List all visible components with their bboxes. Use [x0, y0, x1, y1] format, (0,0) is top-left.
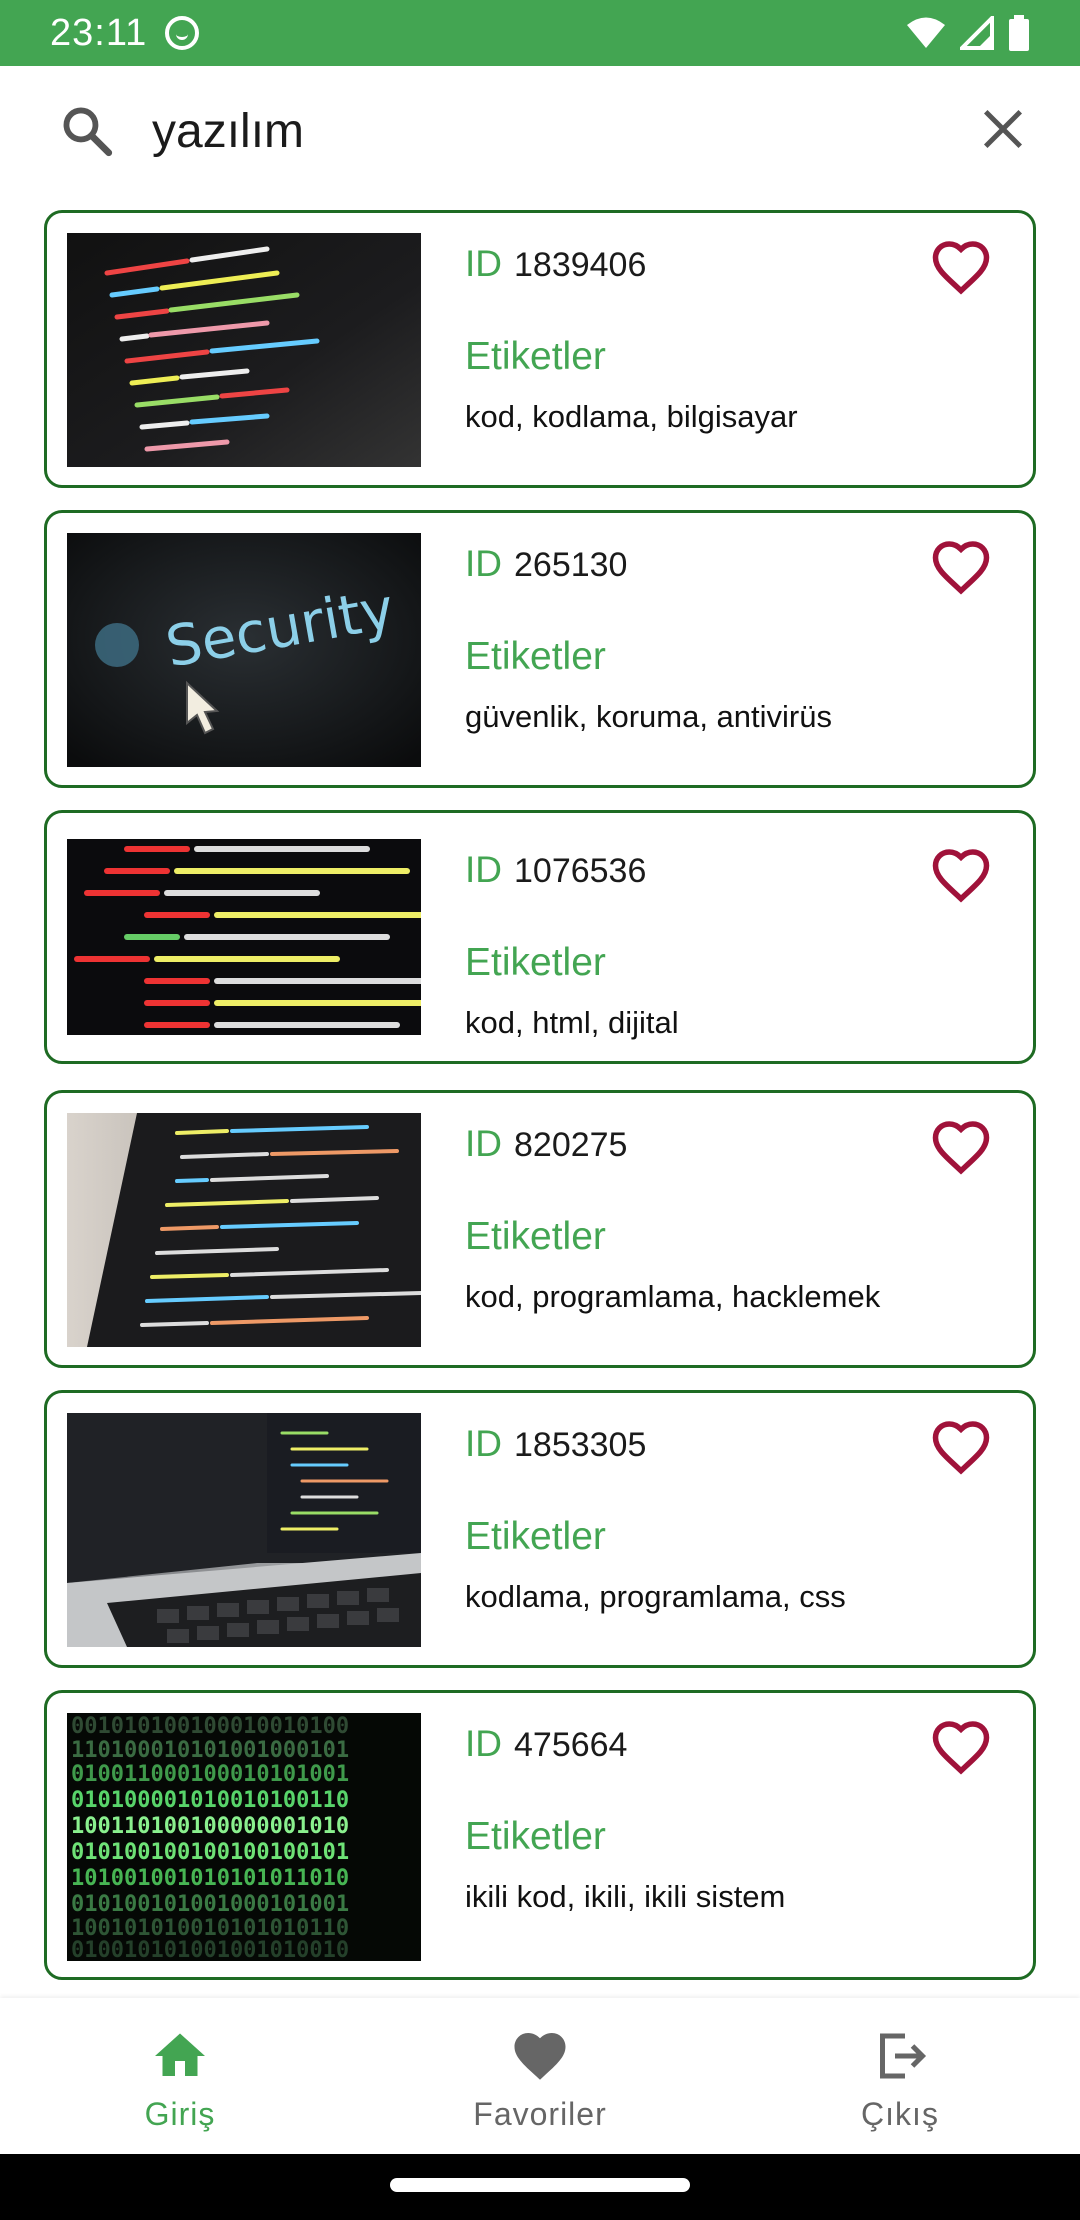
tags-title: Etiketler: [465, 941, 606, 984]
home-gesture-handle[interactable]: [390, 2178, 690, 2192]
tags-text: kodlama, programlama, css: [465, 1579, 846, 1614]
nav-item-logout[interactable]: Çıkış: [720, 1998, 1080, 2154]
id-value: 820275: [514, 1126, 628, 1164]
nav-item-favorites[interactable]: Favoriler: [360, 1998, 720, 2154]
id-label: ID: [465, 1123, 502, 1164]
id-value: 475664: [514, 1726, 628, 1764]
heart-outline-icon[interactable]: [931, 847, 991, 903]
svg-text:010100100100100100101: 010100100100100100101: [71, 1840, 349, 1865]
search-bar: [0, 66, 1080, 196]
tags-text: kod, html, dijital: [465, 1005, 679, 1040]
home-icon: [155, 2033, 205, 2076]
svg-text:010100101001000101001: 010100101001000101001: [71, 1892, 349, 1917]
status-time: 23:11: [50, 11, 148, 54]
result-id: ID 820275: [465, 1123, 627, 1165]
heart-outline-icon[interactable]: [931, 1119, 991, 1175]
heart-outline-icon[interactable]: [931, 1719, 991, 1775]
wifi-icon: [907, 17, 945, 48]
nav-item-home[interactable]: Giriş: [0, 1998, 360, 2154]
tags-title: Etiketler: [465, 335, 606, 378]
tags-title: Etiketler: [465, 1215, 606, 1258]
status-bar: 23:11: [0, 0, 1080, 66]
tags-title: Etiketler: [465, 1815, 606, 1858]
tags-title: Etiketler: [465, 635, 606, 678]
result-id: ID 475664: [465, 1723, 627, 1765]
result-id: ID 265130: [465, 543, 627, 585]
tags-text: güvenlik, koruma, antivirüs: [465, 699, 832, 734]
nav-label: Çıkış: [861, 2096, 939, 2132]
search-input[interactable]: [152, 96, 932, 166]
id-label: ID: [465, 1423, 502, 1464]
signal-icon: [960, 16, 994, 50]
svg-text:100110100100000001010: 100110100100000001010: [71, 1814, 349, 1839]
result-image: 001010100100010010100 110100010101001000…: [67, 1713, 421, 1961]
heart-outline-icon[interactable]: [931, 539, 991, 595]
heart-outline-icon[interactable]: [931, 1419, 991, 1475]
android-notification-icon: [165, 16, 200, 50]
result-card[interactable]: ID 1853305 Etiketler kodlama, programlama…: [44, 1390, 1036, 1668]
bottom-navigation: Giriş Favoriler Çıkış: [0, 1998, 1080, 2154]
result-card[interactable]: ID 1076536 Etiketler kod, html, dijital: [44, 810, 1036, 1064]
result-card[interactable]: ID 1839406 Etiketler kod, kodlama, bilgis…: [44, 210, 1036, 488]
svg-text:010011000100010101001: 010011000100010101001: [71, 1762, 349, 1787]
id-value: 265130: [514, 546, 628, 584]
tags-text: ikili kod, ikili, ikili sistem: [465, 1879, 786, 1914]
nav-label: Favoriler: [473, 2096, 607, 2132]
battery-icon: [1009, 15, 1029, 51]
result-image: [67, 233, 421, 467]
result-card[interactable]: ID 820275 Etiketler kod, programlama, hac…: [44, 1090, 1036, 1368]
svg-text:010100001010010100110: 010100001010010100110: [71, 1788, 349, 1813]
svg-text:110100010101001000101: 110100010101001000101: [71, 1738, 349, 1763]
tags-title: Etiketler: [465, 1515, 606, 1558]
nav-label: Giriş: [144, 2096, 216, 2132]
id-value: 1076536: [514, 852, 647, 890]
system-navigation-bar: [0, 2154, 1080, 2220]
svg-text:001010100100010010100: 001010100100010010100: [71, 1714, 349, 1739]
result-card[interactable]: Security ID 265130 Etiketler güvenlik, ko…: [44, 510, 1036, 788]
id-label: ID: [465, 243, 502, 284]
heart-outline-icon[interactable]: [931, 239, 991, 295]
id-value: 1839406: [514, 246, 647, 284]
close-icon[interactable]: [980, 106, 1026, 152]
result-image: [67, 839, 421, 1035]
tags-text: kod, programlama, hacklemek: [465, 1279, 881, 1314]
id-label: ID: [465, 849, 502, 890]
search-icon[interactable]: [58, 102, 116, 160]
result-list[interactable]: ID 1839406 Etiketler kod, kodlama, bilgis…: [0, 196, 1080, 1998]
result-id: ID 1853305: [465, 1423, 646, 1465]
result-image: [67, 1413, 421, 1647]
result-card[interactable]: 001010100100010010100 110100010101001000…: [44, 1690, 1036, 1980]
id-label: ID: [465, 543, 502, 584]
svg-text:010010101001001010010: 010010101001001010010: [71, 1938, 349, 1961]
result-id: ID 1076536: [465, 849, 646, 891]
heart-filled-icon: [514, 2033, 566, 2080]
id-label: ID: [465, 1723, 502, 1764]
result-id: ID 1839406: [465, 243, 646, 285]
id-value: 1853305: [514, 1426, 647, 1464]
result-image: [67, 1113, 421, 1347]
svg-text:101001001010101011010: 101001001010101011010: [71, 1866, 349, 1891]
logout-icon: [880, 2033, 927, 2079]
result-image: Security: [67, 533, 421, 767]
tags-text: kod, kodlama, bilgisayar: [465, 399, 798, 434]
